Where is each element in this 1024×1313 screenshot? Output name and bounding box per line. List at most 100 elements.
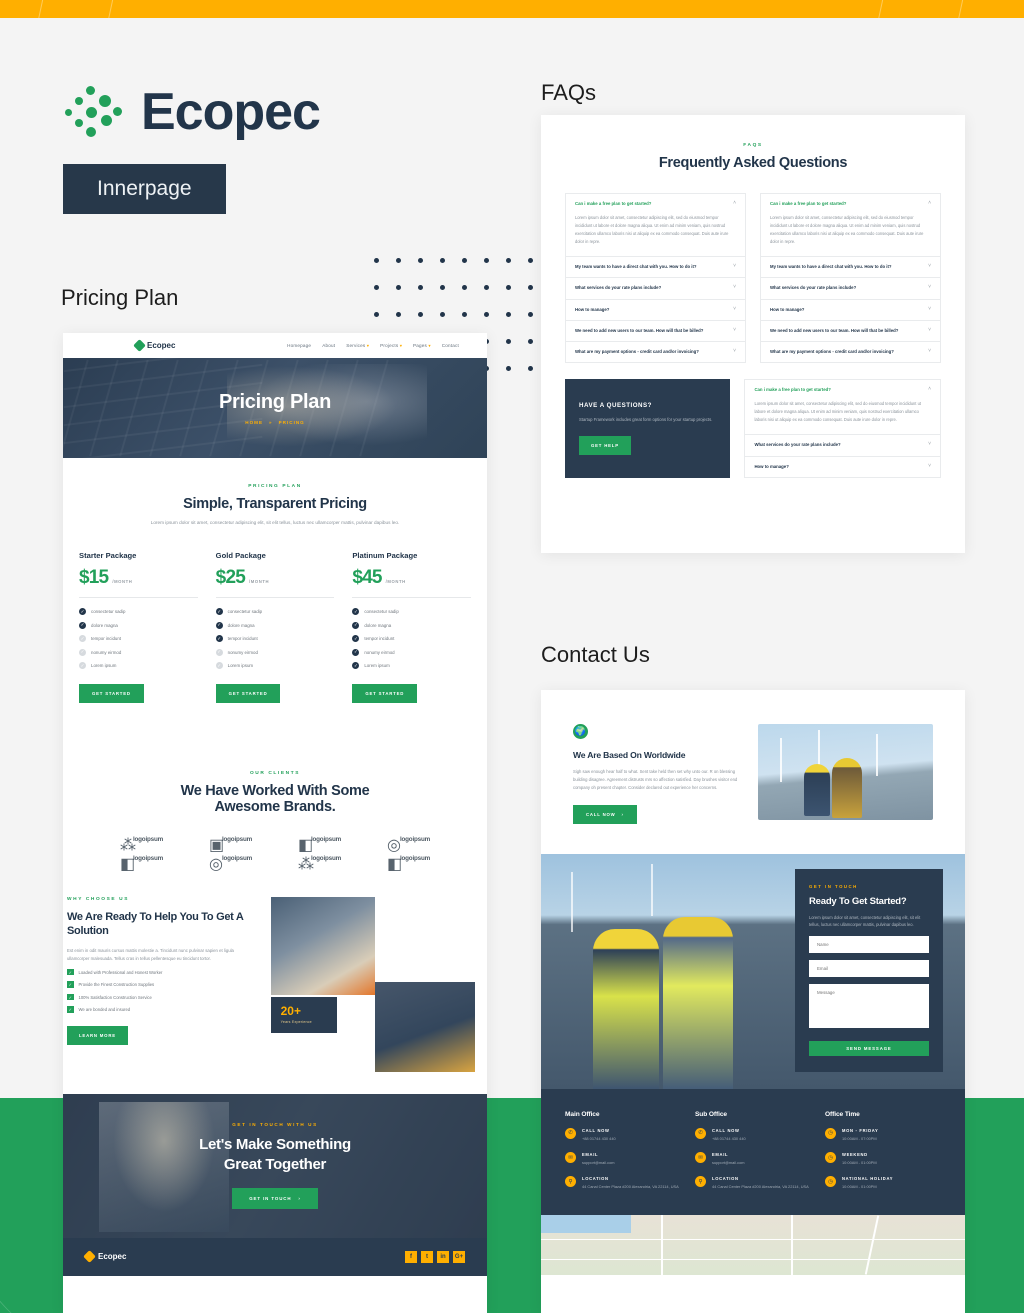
- message-input[interactable]: [809, 983, 929, 1028]
- check-icon: ✓: [79, 608, 86, 616]
- faq-accordion-item[interactable]: What are my payment options - credit car…: [760, 341, 941, 364]
- plan-feature-label: consectetur sadip: [227, 609, 263, 615]
- chevron-down-icon: ˅: [733, 326, 736, 333]
- faq-question-header[interactable]: My team wants to have a direct chat with…: [761, 257, 940, 277]
- chevron-down-icon: ˅: [733, 305, 736, 312]
- learn-more-button[interactable]: LEARN MORE: [67, 1025, 128, 1045]
- breadcrumb-current: PRICING: [278, 420, 305, 425]
- facebook-icon[interactable]: f: [405, 1250, 417, 1263]
- faq-question: What are my payment options - credit car…: [770, 348, 894, 354]
- get-in-touch-button[interactable]: GET IN TOUCH ›: [232, 1188, 318, 1210]
- faq-question-header[interactable]: What services do your rate plans include…: [761, 278, 940, 298]
- get-started-button[interactable]: GET STARTED: [79, 683, 144, 703]
- call-now-button[interactable]: CALL NOW ›: [573, 804, 637, 824]
- googleplus-icon[interactable]: G+: [453, 1250, 465, 1263]
- linkedin-icon[interactable]: in: [437, 1250, 449, 1263]
- plan-feature: ✓ Lorem ipsum: [352, 662, 471, 670]
- faq-accordion-item[interactable]: My team wants to have a direct chat with…: [760, 257, 941, 279]
- office-heading: Sub Office: [695, 1110, 727, 1118]
- client-logo: ◎ logoipsum: [364, 835, 453, 854]
- faq-question-header[interactable]: What services do your rate plans include…: [566, 278, 745, 298]
- experience-label: Years Experience: [280, 1020, 312, 1025]
- nav-item-pages[interactable]: Pages ▾: [413, 343, 431, 348]
- faq-accordion-item[interactable]: We need to add new users to our team. Ho…: [565, 320, 746, 342]
- check-disabled-icon: ✓: [79, 662, 86, 670]
- checklist-item: ✓ Provide the Finest Construction Suppli…: [67, 981, 257, 988]
- nav-item-services[interactable]: Services ▾: [346, 343, 369, 348]
- plan-feature-label: consectetur sadip: [91, 609, 126, 615]
- logoipsum-mark-icon: ◧: [297, 836, 314, 854]
- nav-item-about[interactable]: About: [322, 343, 335, 348]
- faq-accordion-item[interactable]: How to manage? ˅: [565, 299, 746, 321]
- faq-accordion-item[interactable]: We need to add new users to our team. Ho…: [760, 320, 941, 342]
- faq-question-header[interactable]: How to manage? ˅: [566, 300, 745, 320]
- ready-eyebrow: WHY CHOOSE US: [67, 896, 130, 902]
- faq-accordion-item[interactable]: Can i make a free plan to get started? ˄…: [744, 379, 941, 436]
- office-info-label: LOCATION: [712, 1176, 739, 1182]
- plan-feature: ✓ dolore magna: [215, 621, 335, 629]
- faq-accordion-item[interactable]: How to manage? ˅: [744, 456, 941, 478]
- send-message-button[interactable]: SEND MESSAGE: [809, 1040, 929, 1056]
- name-input[interactable]: [809, 935, 929, 953]
- faq-question-header[interactable]: How to manage? ˅: [745, 457, 940, 477]
- office-info-item: ✉ EMAIL support@mail.com: [565, 1152, 681, 1166]
- pricing-hero-banner: Pricing Plan HOME » PRICING: [63, 358, 487, 458]
- office-heading: Office Time: [825, 1110, 860, 1118]
- client-logo-label: logoipsum: [310, 854, 342, 862]
- contact-page-mockup: 🌍 We Are Based On Worldwide Sigh saw eno…: [541, 690, 965, 1313]
- plan-feature-label: Lorem ipsum: [364, 663, 390, 669]
- office-info-label: MON - FRIDAY: [842, 1127, 879, 1133]
- client-logo-label: logoipsum: [399, 835, 431, 843]
- faq-question-header[interactable]: We need to add new users to our team. Ho…: [566, 321, 745, 341]
- email-input[interactable]: [809, 959, 929, 977]
- faq-answer: Lorem ipsum dolor sit amet, consectetur …: [754, 401, 921, 423]
- faq-question-header[interactable]: What are my payment options - credit car…: [761, 342, 940, 362]
- faq-question-header[interactable]: Can i make a free plan to get started? ˄: [566, 194, 745, 214]
- faq-question-header[interactable]: Can i make a free plan to get started? ˄: [761, 194, 940, 214]
- globe-icon: 🌍: [573, 724, 588, 739]
- faq-question: We need to add new users to our team. Ho…: [575, 327, 704, 333]
- faq-accordion-item[interactable]: What services do your rate plans include…: [760, 278, 941, 300]
- get-help-button[interactable]: GET HELP: [579, 436, 631, 456]
- faq-accordion-item[interactable]: My team wants to have a direct chat with…: [565, 257, 746, 279]
- navbar-logo[interactable]: Ecopec: [133, 339, 176, 352]
- contact-intro-section: 🌍 We Are Based On Worldwide Sigh saw eno…: [541, 690, 965, 854]
- twitter-icon[interactable]: t: [421, 1250, 433, 1263]
- faq-question-header[interactable]: What services do your rate plans include…: [745, 435, 940, 455]
- worker-left: [804, 764, 831, 816]
- faq-accordion-item[interactable]: What services do your rate plans include…: [565, 278, 746, 300]
- office-info-label: EMAIL: [582, 1152, 599, 1157]
- chevron-down-icon: ▾: [366, 343, 370, 348]
- check-icon: ✓: [352, 662, 360, 670]
- pricing-card: Platinum Package $45 /MONTH ✓ consectetu…: [352, 551, 472, 703]
- faq-accordion-item[interactable]: What services do your rate plans include…: [744, 435, 941, 457]
- nav-item-projects[interactable]: Projects ▾: [380, 343, 402, 348]
- faq-accordion-item[interactable]: What are my payment options - credit car…: [565, 341, 746, 364]
- arrow-right-icon: ›: [298, 1196, 301, 1202]
- pricing-subtitle: Lorem ipsum dolor sit amet, consectetur …: [150, 520, 400, 525]
- faq-accordion-item[interactable]: Can i make a free plan to get started? ˄…: [760, 193, 941, 258]
- plan-price-row: $45 /MONTH: [352, 567, 471, 589]
- faq-accordion-item[interactable]: Can i make a free plan to get started? ˄…: [565, 193, 746, 258]
- faq-lower-row: HAVE A QUESTIONS? Startup Framework incl…: [565, 379, 941, 478]
- get-started-button[interactable]: GET STARTED: [215, 683, 281, 703]
- faq-accordion-item[interactable]: How to manage? ˅: [760, 299, 941, 321]
- nav-item-homepage[interactable]: Homepage: [287, 343, 311, 348]
- faq-question-header[interactable]: My team wants to have a direct chat with…: [566, 257, 745, 277]
- faq-question-header[interactable]: What are my payment options - credit car…: [566, 342, 745, 362]
- faq-question-header[interactable]: We need to add new users to our team. Ho…: [761, 321, 940, 341]
- faq-answer: Lorem ipsum dolor sit amet, consectetur …: [575, 215, 729, 245]
- nav-item-contact[interactable]: Contact: [442, 343, 459, 348]
- plan-feature: ✓ dolore magna: [79, 621, 198, 629]
- chevron-down-icon: ˅: [928, 347, 931, 354]
- map-embed[interactable]: [541, 1214, 965, 1275]
- breadcrumb-home[interactable]: HOME: [245, 420, 263, 425]
- get-started-button[interactable]: GET STARTED: [352, 683, 418, 703]
- pricing-card: Starter Package $15 /MONTH ✓ consectetur…: [79, 551, 198, 703]
- faq-question-header[interactable]: How to manage? ˅: [761, 300, 940, 320]
- check-icon: ✓: [215, 621, 223, 629]
- navbar-menu: Homepage About Services ▾ Projects ▾ Pag…: [287, 343, 473, 348]
- faq-question-header[interactable]: Can i make a free plan to get started? ˄: [745, 380, 940, 400]
- footer-logo[interactable]: Ecopec: [83, 1250, 126, 1264]
- navbar-logo-text: Ecopec: [147, 341, 176, 350]
